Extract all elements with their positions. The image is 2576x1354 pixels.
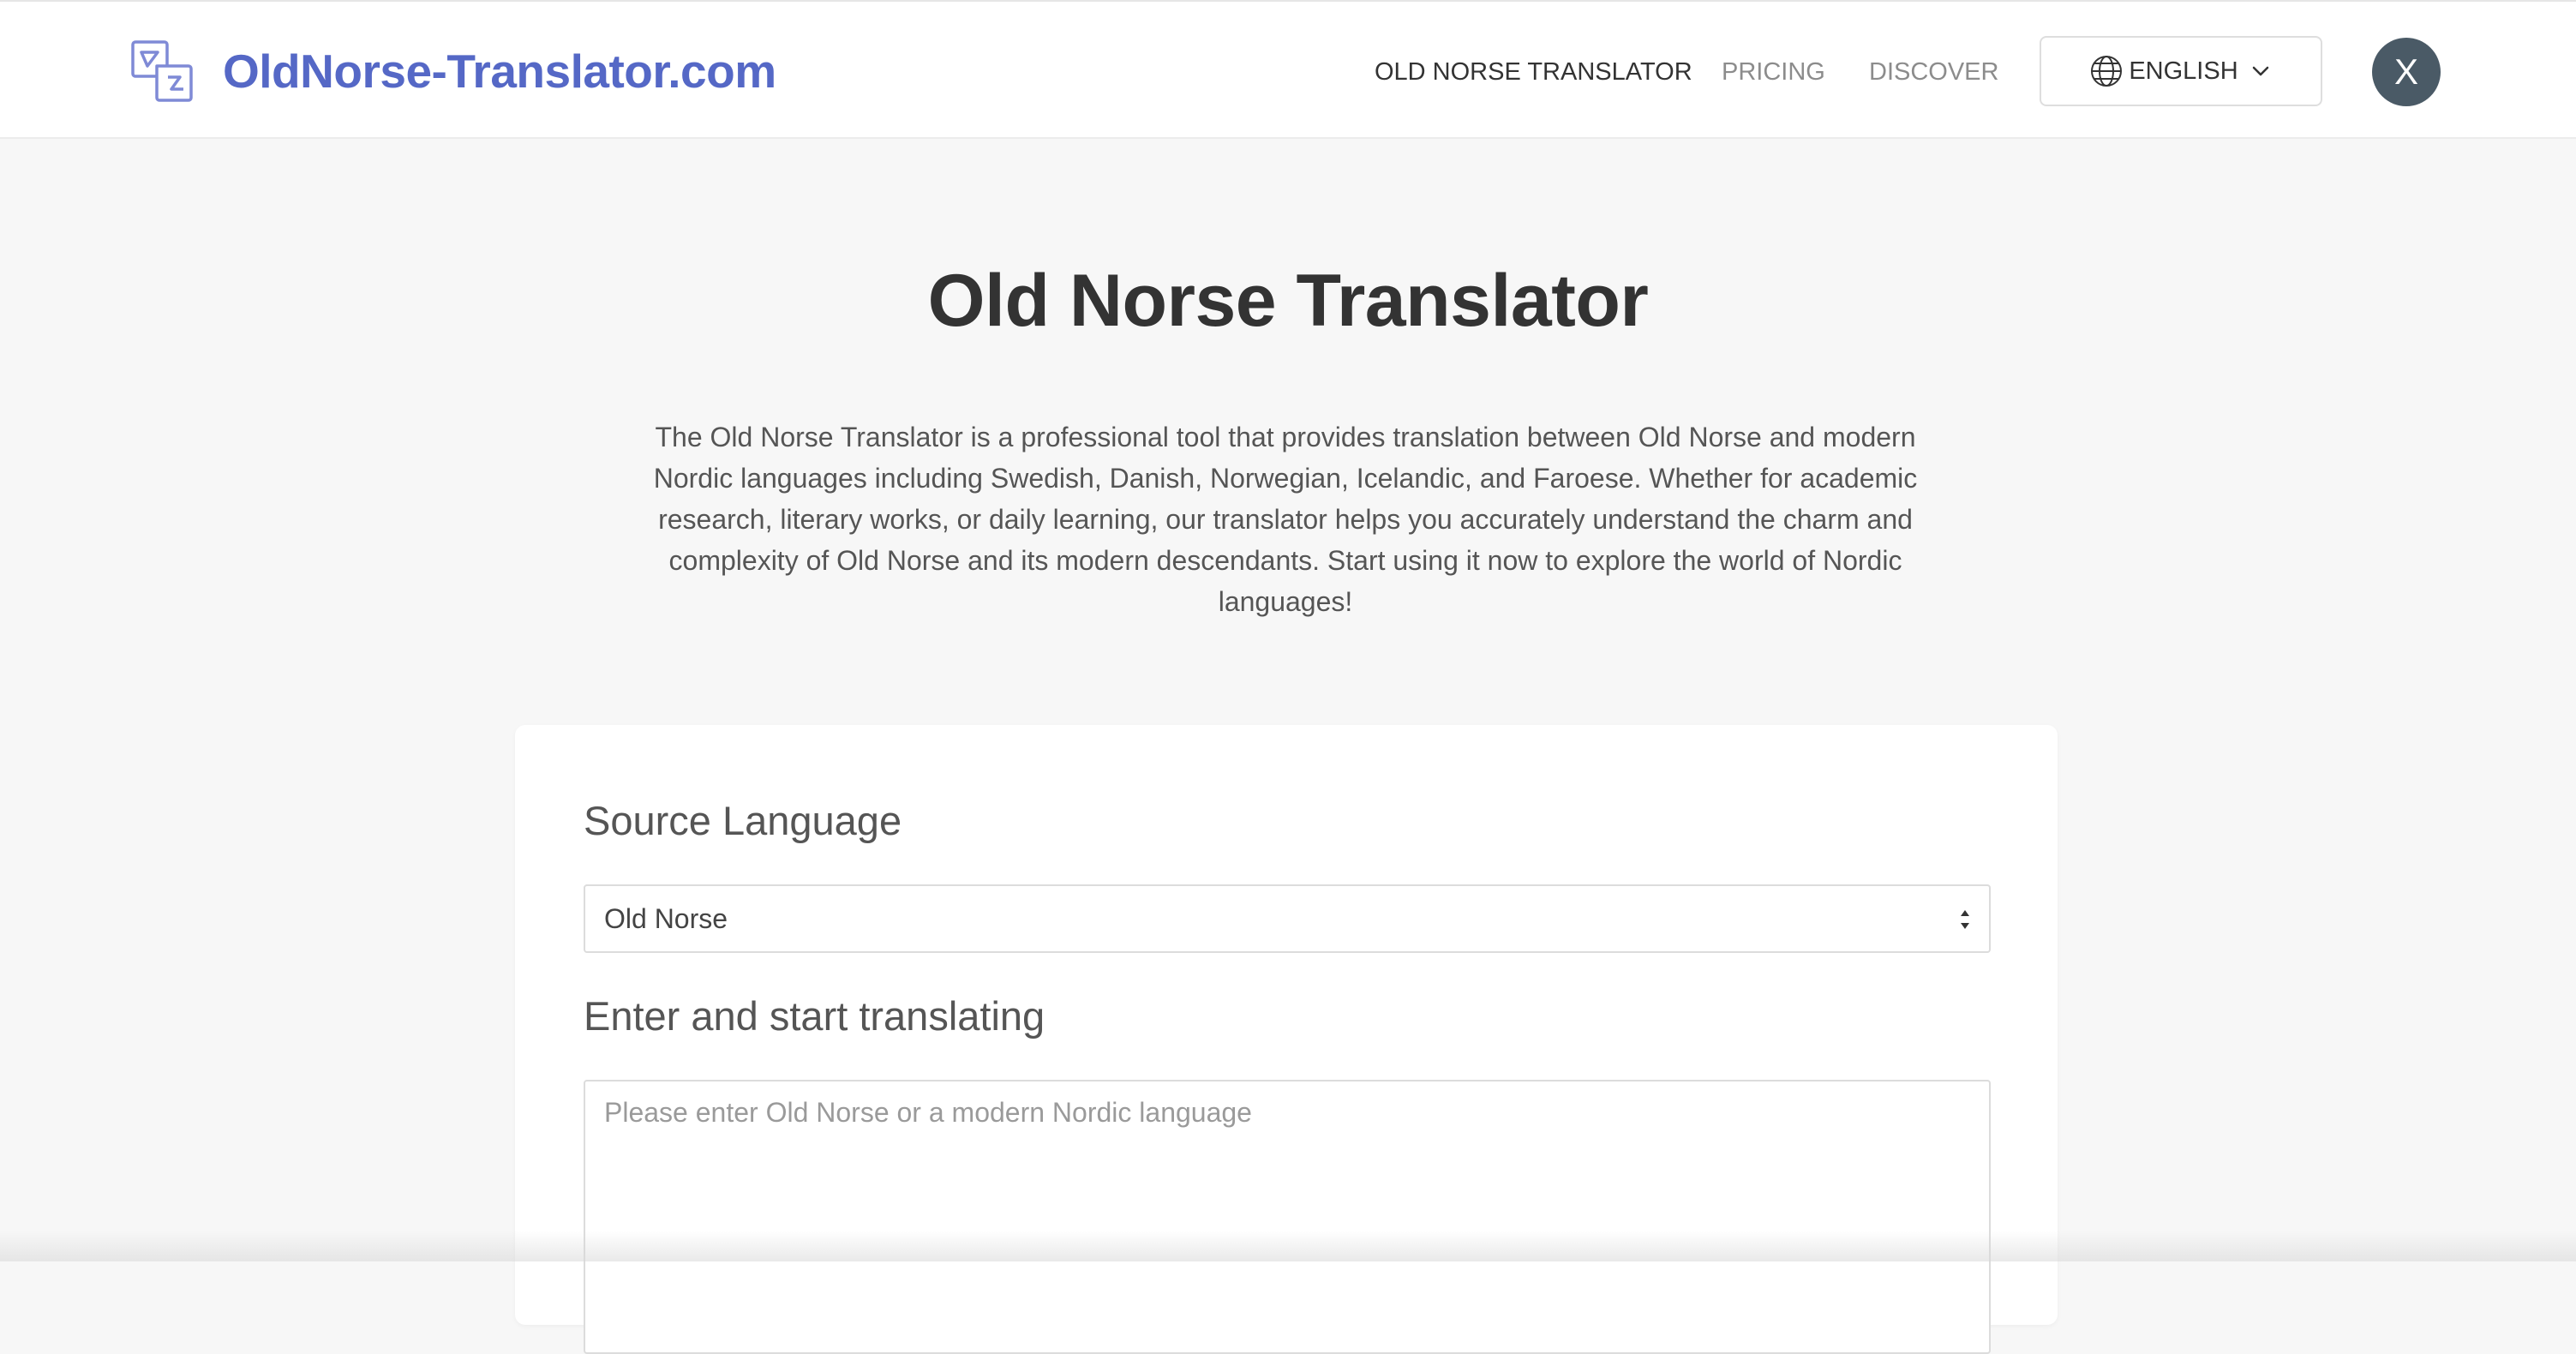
close-button[interactable]: X (2372, 38, 2441, 106)
chevron-down-icon (2252, 66, 2268, 76)
nav-link-pricing[interactable]: PRICING (1722, 58, 1825, 87)
page-title: Old Norse Translator (927, 260, 1649, 342)
source-language-select[interactable]: Old Norse (584, 884, 1991, 953)
nav-link-old-norse-translator[interactable]: OLD NORSE TRANSLATOR (1375, 58, 1692, 87)
source-language-label: Source Language (584, 798, 902, 843)
brand-name: OldNorse-Translator.com (223, 45, 776, 98)
source-language-value: Old Norse (604, 902, 728, 934)
brand-link[interactable]: OldNorse-Translator.com (130, 38, 776, 105)
input-label: Enter and start translating (584, 993, 1045, 1039)
nav-link-discover[interactable]: DISCOVER (1869, 58, 1998, 87)
language-selector-button[interactable]: ENGLISH (2040, 36, 2322, 106)
globe-icon (2091, 56, 2123, 87)
intro-description: The Old Norse Translator is a profession… (653, 422, 1918, 617)
updown-arrows-icon (1961, 910, 1969, 929)
top-navigation-bar: OldNorse-Translator.com OLD NORSE TRANSL… (0, 0, 2576, 139)
translate-icon (131, 40, 193, 102)
translation-input[interactable] (584, 1080, 1991, 1354)
language-label: ENGLISH (2129, 57, 2238, 85)
translator-card: Source Language Old Norse Enter and star… (515, 725, 2058, 1354)
